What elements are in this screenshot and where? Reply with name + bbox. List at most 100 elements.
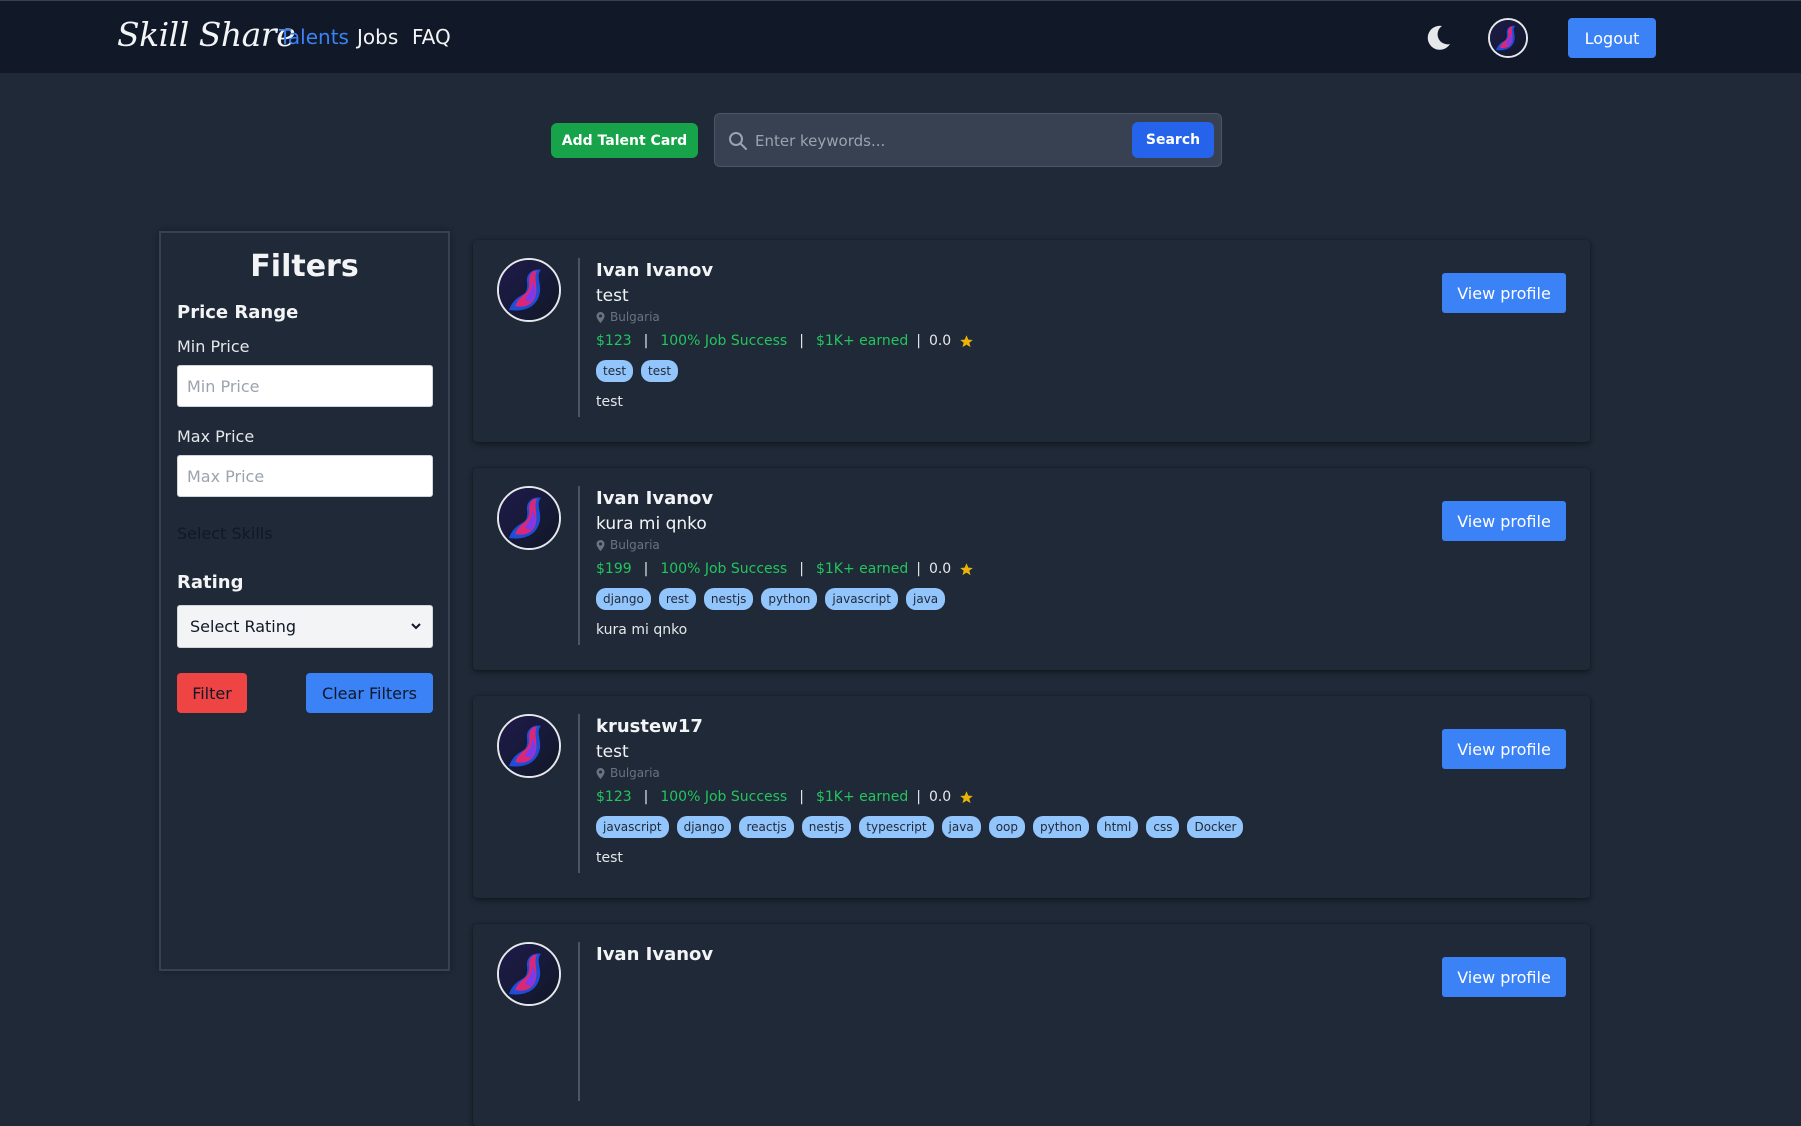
talent-job-success: 100% Job Success bbox=[660, 789, 788, 805]
star-icon bbox=[960, 790, 973, 803]
talent-rating: 0.0 bbox=[928, 333, 952, 349]
moon-icon[interactable] bbox=[1422, 22, 1454, 54]
talent-name: krustew17 bbox=[596, 716, 703, 737]
star-icon bbox=[960, 334, 973, 347]
star-icon bbox=[960, 562, 973, 575]
skill-tag: javascript bbox=[596, 816, 669, 838]
chevron-down-icon bbox=[411, 623, 421, 630]
max-price-label: Max Price bbox=[177, 427, 255, 446]
add-talent-card-button[interactable]: Add Talent Card bbox=[551, 123, 698, 158]
skill-tag: reactjs bbox=[739, 816, 794, 838]
skill-tag: javascript bbox=[825, 588, 898, 610]
nav-link-talents[interactable]: Talents bbox=[279, 25, 349, 49]
rating-select-value: Select Rating bbox=[190, 617, 297, 636]
top-navbar: Skill Share Talents Jobs FAQ Logout bbox=[0, 0, 1801, 73]
search-input[interactable] bbox=[755, 126, 1115, 156]
min-price-label: Min Price bbox=[177, 337, 250, 356]
talent-location-text: Bulgaria bbox=[610, 310, 660, 324]
skill-tag: django bbox=[596, 588, 651, 610]
logout-button[interactable]: Logout bbox=[1568, 18, 1656, 58]
talent-location-text: Bulgaria bbox=[610, 766, 660, 780]
user-avatar[interactable] bbox=[1488, 18, 1528, 58]
skill-tag: java bbox=[906, 588, 946, 610]
talent-avatar bbox=[497, 714, 561, 778]
talent-rating: 0.0 bbox=[928, 789, 952, 805]
talent-stats: $123 | 100% Job Success | $1K+ earned | … bbox=[596, 789, 974, 805]
talent-card: krustew17 test Bulgaria $123 | 100% Job … bbox=[473, 696, 1590, 898]
skill-tag: django bbox=[676, 816, 732, 838]
talent-card: Ivan Ivanov kura mi qnko Bulgaria $199 |… bbox=[473, 468, 1590, 670]
card-divider bbox=[578, 942, 580, 1101]
location-pin-icon bbox=[596, 539, 605, 551]
skill-tag: python bbox=[1033, 816, 1089, 838]
rating-select[interactable]: Select Rating bbox=[177, 605, 433, 648]
talent-avatar bbox=[497, 942, 561, 1006]
talent-tags: django rest nestjs python javascript jav… bbox=[596, 588, 946, 610]
search-icon bbox=[729, 132, 747, 150]
view-profile-button[interactable]: View profile bbox=[1442, 273, 1566, 313]
talent-name: Ivan Ivanov bbox=[596, 260, 714, 281]
talent-avatar bbox=[497, 258, 561, 322]
talent-card: Ivan Ivanov test Bulgaria $123 | 100% Jo… bbox=[473, 240, 1590, 442]
brand-logo[interactable]: Skill Share bbox=[117, 15, 296, 54]
card-divider bbox=[578, 258, 580, 417]
skill-tag: typescript bbox=[859, 816, 934, 838]
skill-tag: oop bbox=[988, 816, 1026, 838]
price-range-heading: Price Range bbox=[177, 302, 299, 323]
view-profile-button[interactable]: View profile bbox=[1442, 957, 1566, 997]
view-profile-button[interactable]: View profile bbox=[1442, 501, 1566, 541]
select-skills-label[interactable]: Select Skills bbox=[177, 524, 273, 543]
talent-price: $123 bbox=[596, 333, 632, 349]
talent-description: test bbox=[596, 850, 623, 866]
skill-tag: css bbox=[1146, 816, 1180, 838]
view-profile-button[interactable]: View profile bbox=[1442, 729, 1566, 769]
talent-tags: test test bbox=[596, 360, 679, 382]
talent-job-success: 100% Job Success bbox=[660, 561, 788, 577]
talent-stats: $123 | 100% Job Success | $1K+ earned | … bbox=[596, 333, 974, 349]
skill-tag: java bbox=[941, 816, 981, 838]
skill-tag: html bbox=[1097, 816, 1139, 838]
skill-tag: nestjs bbox=[801, 816, 852, 838]
max-price-input[interactable] bbox=[177, 455, 433, 497]
skill-tag: Docker bbox=[1187, 816, 1244, 838]
nav-link-jobs[interactable]: Jobs bbox=[357, 25, 398, 49]
clear-filters-button[interactable]: Clear Filters bbox=[306, 673, 433, 713]
talent-title: test bbox=[596, 742, 629, 762]
talent-name: Ivan Ivanov bbox=[596, 488, 714, 509]
talent-earned: $1K+ earned bbox=[815, 333, 909, 349]
nav-link-faq[interactable]: FAQ bbox=[412, 25, 451, 49]
talent-description: test bbox=[596, 394, 623, 410]
talent-location-text: Bulgaria bbox=[610, 538, 660, 552]
skill-tag: test bbox=[641, 360, 679, 382]
talent-location: Bulgaria bbox=[596, 766, 660, 780]
location-pin-icon bbox=[596, 767, 605, 779]
skill-tag: test bbox=[596, 360, 634, 382]
talent-stats: $199 | 100% Job Success | $1K+ earned | … bbox=[596, 561, 974, 577]
talent-earned: $1K+ earned bbox=[815, 561, 909, 577]
card-divider bbox=[578, 486, 580, 645]
rating-heading: Rating bbox=[177, 572, 244, 593]
talent-price: $123 bbox=[596, 789, 632, 805]
talent-rating: 0.0 bbox=[928, 561, 952, 577]
skill-tag: python bbox=[761, 588, 818, 610]
search-bar: Search bbox=[714, 113, 1222, 167]
talent-tags: javascript django reactjs nestjs typescr… bbox=[596, 816, 1244, 838]
talent-title: kura mi qnko bbox=[596, 514, 707, 534]
talent-location: Bulgaria bbox=[596, 538, 660, 552]
skill-tag: nestjs bbox=[703, 588, 754, 610]
talent-description: kura mi qnko bbox=[596, 622, 688, 638]
location-pin-icon bbox=[596, 311, 605, 323]
min-price-input[interactable] bbox=[177, 365, 433, 407]
talent-earned: $1K+ earned bbox=[815, 789, 909, 805]
filter-button[interactable]: Filter bbox=[177, 673, 247, 713]
talent-avatar bbox=[497, 486, 561, 550]
talent-title: test bbox=[596, 286, 629, 306]
talent-price: $199 bbox=[596, 561, 632, 577]
filters-title: Filters bbox=[250, 249, 359, 284]
skill-tag: rest bbox=[658, 588, 696, 610]
talent-job-success: 100% Job Success bbox=[660, 333, 788, 349]
search-button[interactable]: Search bbox=[1132, 122, 1214, 158]
talent-card: Ivan Ivanov View profile bbox=[473, 924, 1590, 1126]
talent-location: Bulgaria bbox=[596, 310, 660, 324]
card-divider bbox=[578, 714, 580, 873]
